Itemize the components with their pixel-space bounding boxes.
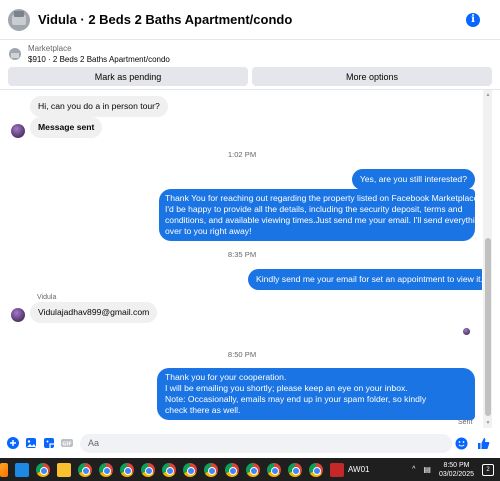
message-outgoing[interactable]: Kindly send me your email for set an app… (248, 269, 482, 290)
listing-section-label: Marketplace (28, 44, 72, 53)
chat-scrollbar[interactable]: ▲ ▼ (483, 90, 492, 428)
more-options-button[interactable]: More options (252, 67, 492, 86)
timestamp: 1:02 PM (227, 150, 257, 159)
conversation-title[interactable]: Vidula · 2 Beds 2 Baths Apartment/condo (38, 12, 466, 27)
chrome-icon[interactable] (246, 462, 260, 477)
taskbar-clock[interactable]: 8:50 PM 03/02/2025 (439, 461, 474, 479)
message-status: Sent (458, 419, 473, 426)
message-thread[interactable]: Hi, can you do a in person tour? Message… (0, 90, 482, 428)
like-icon[interactable] (476, 436, 490, 450)
svg-text:GIF: GIF (62, 441, 71, 447)
chrome-icon[interactable] (225, 462, 239, 477)
windows-taskbar: AW01 ^ ▤ 8:50 PM 03/02/2025 2 (0, 458, 500, 481)
emoji-icon[interactable] (454, 436, 468, 450)
chrome-icon[interactable] (120, 462, 134, 477)
message-incoming[interactable]: Message sent (30, 117, 103, 138)
chrome-icon[interactable] (99, 462, 113, 477)
chrome-icon[interactable] (162, 462, 176, 477)
message-line: Thank you for your cooperation. (165, 372, 287, 382)
message-line: I will be emailing you shortly; please k… (165, 383, 408, 393)
chrome-icon[interactable] (36, 462, 50, 477)
message-outgoing[interactable]: Thank You for reaching out regarding the… (159, 189, 482, 241)
network-icon[interactable]: ▤ (423, 465, 431, 474)
message-incoming[interactable]: Vidulajadhav899@gmail.com (30, 302, 158, 323)
app-icon[interactable] (0, 462, 8, 477)
listing-title: $910 · 2 Beds 2 Baths Apartment/condo (28, 55, 170, 64)
chrome-icon[interactable] (204, 462, 218, 477)
message-line: check there as well. (165, 405, 241, 415)
chrome-icon[interactable] (309, 462, 323, 477)
mark-as-pending-button[interactable]: Mark as pending (8, 67, 248, 86)
seen-avatar-icon (463, 328, 470, 335)
timestamp: 8:50 PM (227, 350, 257, 359)
conversation-header: Vidula · 2 Beds 2 Baths Apartment/condo … (0, 0, 500, 40)
clock-time: 8:50 PM (443, 461, 470, 469)
file-explorer-icon[interactable] (15, 462, 29, 477)
listing-summary[interactable]: Marketplace $910 · 2 Beds 2 Baths Apartm… (0, 41, 500, 67)
gif-icon[interactable]: GIF (60, 436, 74, 450)
timestamp: 8:35 PM (227, 250, 257, 259)
chevron-up-icon[interactable]: ^ (412, 466, 415, 473)
contact-avatar[interactable] (11, 308, 25, 322)
taskbar-weather-label[interactable]: AW01 (348, 465, 370, 474)
chrome-icon[interactable] (183, 462, 197, 477)
message-composer: GIF Aa (0, 431, 500, 455)
chrome-icon[interactable] (267, 462, 281, 477)
listing-thumbnail (9, 48, 21, 60)
notification-icon[interactable]: 2 (482, 463, 494, 476)
listing-actions: Mark as pending More options (8, 67, 492, 87)
message-input[interactable]: Aa (80, 433, 452, 453)
chrome-icon[interactable] (141, 462, 155, 477)
sender-name: Vidula (37, 294, 57, 301)
sticker-icon[interactable] (42, 436, 56, 450)
listing-avatar[interactable] (8, 8, 30, 31)
message-line: I'd be happy to provide all the details,… (165, 204, 463, 214)
message-outgoing[interactable]: Yes, are you still interested? (351, 169, 475, 190)
folder-icon[interactable] (57, 462, 71, 477)
app-icon[interactable] (330, 462, 344, 477)
add-icon[interactable] (6, 436, 20, 450)
message-line: over to you right away! (165, 226, 252, 236)
message-line: Note: Occasionally, emails may end up in… (165, 394, 427, 404)
scroll-up-icon[interactable]: ▲ (485, 92, 491, 98)
chrome-icon[interactable] (78, 462, 92, 477)
clock-date: 03/02/2025 (438, 470, 474, 478)
message-incoming[interactable]: Hi, can you do a in person tour? (30, 96, 168, 117)
chrome-icon[interactable] (288, 462, 302, 477)
message-line: Thank You for reaching out regarding the… (165, 193, 481, 203)
message-line: conditions, and available viewing times.… (165, 215, 482, 225)
message-outgoing[interactable]: Thank you for your cooperation. I will b… (157, 368, 475, 420)
photo-icon[interactable] (24, 436, 38, 450)
scroll-thumb[interactable] (485, 238, 491, 416)
contact-avatar[interactable] (11, 124, 25, 138)
info-icon[interactable]: i (466, 12, 480, 27)
system-tray: ^ ▤ 8:50 PM 03/02/2025 2 (412, 458, 500, 481)
scroll-down-icon[interactable]: ▼ (485, 420, 491, 426)
